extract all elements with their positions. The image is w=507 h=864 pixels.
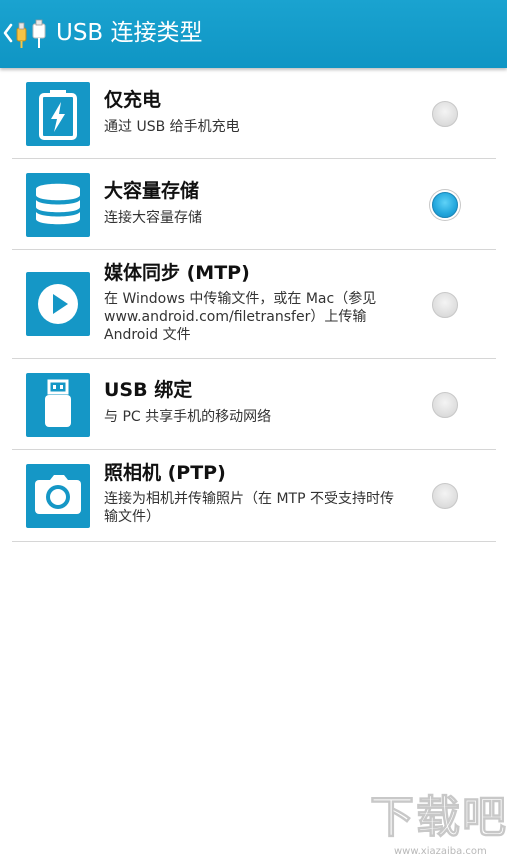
option-title: 大容量存储 [104,180,200,202]
row-icon-tile [26,464,90,528]
chevron-left-icon [3,23,13,43]
option-title: 媒体同步 (MTP) [104,262,250,284]
row-icon-tile [26,272,90,336]
option-title: 仅充电 [104,89,162,111]
list-item-usb-tethering[interactable]: USB 绑定 与 PC 共享手机的移动网络 [12,359,496,450]
back-button[interactable] [0,8,50,60]
list-item-ptp[interactable]: 照相机 (PTP) 连接为相机并传输照片（在 MTP 不受支持时传输文件） [12,450,496,542]
watermark-url: www.xiazaiba.com [394,846,487,857]
radio-ptp[interactable] [432,483,458,509]
app-bar: USB 连接类型 [0,0,507,68]
row-icon-tile [26,173,90,237]
usb-stick-icon [45,379,71,427]
option-description: 连接大容量存储 [104,210,202,226]
list-item-mtp[interactable]: 媒体同步 (MTP) 在 Windows 中传输文件，或在 Mac（参见 www… [12,250,496,359]
option-description: 连接为相机并传输照片（在 MTP 不受支持时传输文件） [104,491,394,525]
watermark: 下载吧 www.xiazaiba.com [360,792,507,864]
option-description: 通过 USB 给手机充电 [104,119,240,135]
camera-icon [35,475,81,514]
database-icon [36,183,80,225]
row-icon-tile [26,82,90,146]
option-description: 与 PC 共享手机的移动网络 [104,409,272,425]
usb-cable-icon [16,19,46,48]
row-icon-tile [26,373,90,437]
radio-mass-storage[interactable] [432,192,458,218]
play-icon [38,284,78,324]
option-title: USB 绑定 [104,379,193,401]
list-item-charge-only[interactable]: 仅充电 通过 USB 给手机充电 [12,68,496,159]
usb-type-list: 仅充电 通过 USB 给手机充电 大容量存储 连接大容量存储 媒体同步 (MTP… [12,68,496,542]
watermark-text: 下载吧 [370,792,507,844]
option-description: 在 Windows 中传输文件，或在 Mac（参见 www.android.co… [104,291,377,343]
list-item-mass-storage[interactable]: 大容量存储 连接大容量存储 [12,159,496,250]
radio-mtp[interactable] [432,292,458,318]
option-title: 照相机 (PTP) [104,462,226,484]
battery-icon [39,90,77,140]
page-title: USB 连接类型 [56,20,203,46]
radio-usb-tethering[interactable] [432,392,458,418]
radio-charge-only[interactable] [432,101,458,127]
